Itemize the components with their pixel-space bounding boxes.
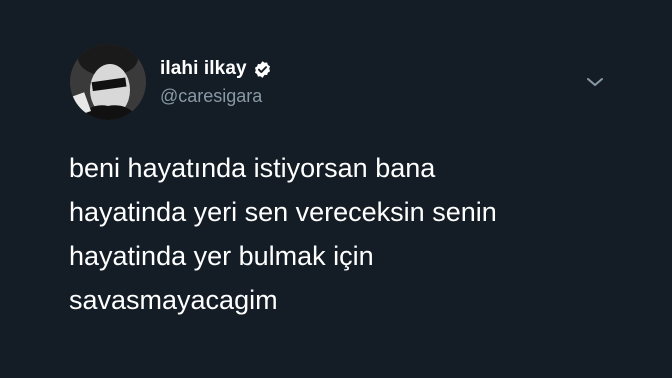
- author-display-name[interactable]: ilahi ilkay: [160, 58, 247, 80]
- author-name-row: ilahi ilkay: [160, 57, 272, 81]
- tweet-text-line: hayatinda yer bulmak için: [69, 241, 374, 271]
- author-handle[interactable]: @caresigara: [160, 86, 262, 107]
- tweet-text-line: hayatinda yeri sen vereceksin senin: [69, 197, 497, 227]
- avatar-image: [70, 44, 146, 120]
- chevron-down-icon[interactable]: [583, 70, 607, 94]
- tweet-text-line: savasmayacagim: [69, 285, 278, 315]
- tweet-text: beni hayatında istiyorsan bana hayatinda…: [69, 146, 629, 322]
- verified-badge-icon: [253, 60, 272, 79]
- tweet-card: ilahi ilkay @caresigara beni hayatında i…: [0, 0, 672, 378]
- tweet-text-line: beni hayatında istiyorsan bana: [69, 153, 436, 183]
- avatar[interactable]: [70, 44, 146, 120]
